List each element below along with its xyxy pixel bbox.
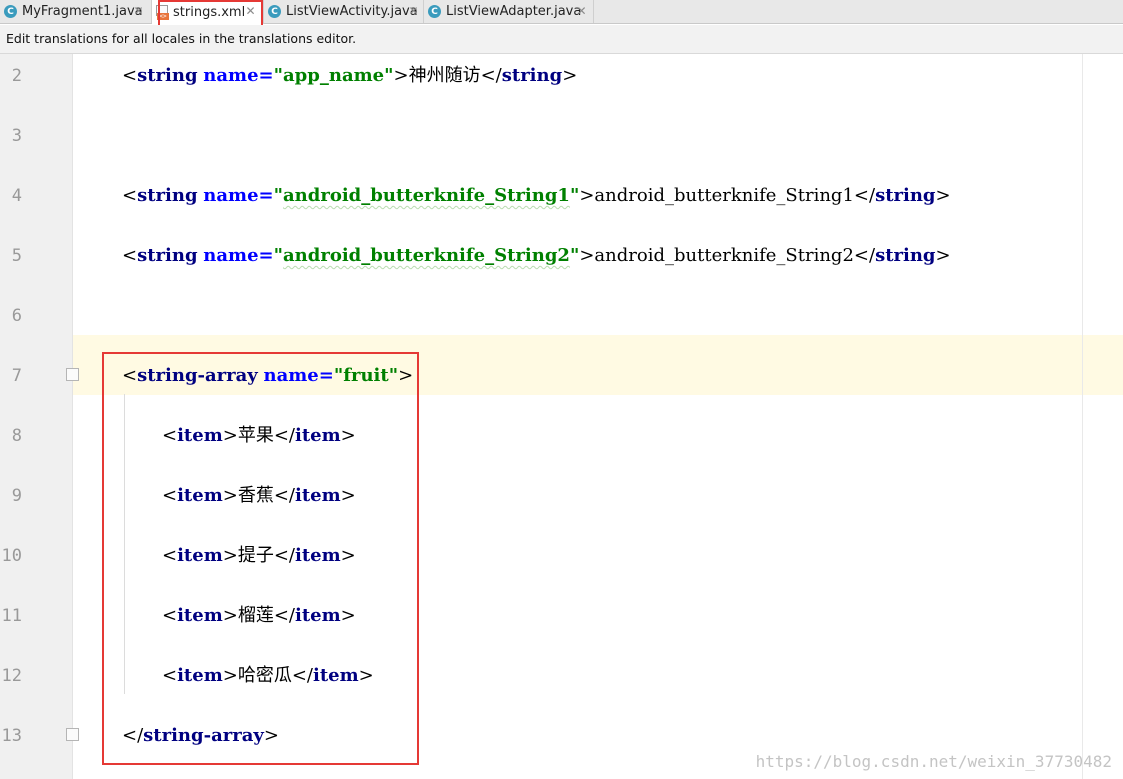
item-value: 榴莲	[237, 605, 274, 626]
code-text: <item>哈密瓜</item>	[162, 665, 374, 686]
code-text: <item>提子</item>	[162, 545, 356, 566]
close-icon[interactable]: ✕	[133, 5, 144, 17]
tag-name: string	[875, 245, 936, 266]
attr-name: name	[203, 185, 259, 206]
tag-name: item	[177, 605, 223, 626]
tag-name: string	[137, 65, 198, 86]
tag-name: string	[137, 185, 198, 206]
tag-name: string	[137, 245, 198, 266]
line-number: 5	[11, 246, 22, 266]
code-text: <item>香蕉</item>	[162, 485, 356, 506]
attr-value: android_butterknife_String2	[283, 245, 570, 266]
xml-file-icon: <>	[156, 4, 169, 20]
code-line: 9 <item>香蕉</item>	[0, 466, 1123, 526]
code-text: <string name="app_name">神州随访</string>	[122, 65, 578, 86]
code-text: <item>苹果</item>	[162, 425, 356, 446]
code-line: 8 <item>苹果</item>	[0, 406, 1123, 466]
tag-name: item	[177, 485, 223, 506]
code-text: <string name="android_butterknife_String…	[122, 185, 951, 206]
fold-icon[interactable]	[66, 368, 79, 381]
line-number: 6	[11, 306, 22, 326]
attr-value: fruit	[343, 365, 389, 386]
tag-name: item	[295, 425, 341, 446]
tab-listviewactivity[interactable]: C ListViewActivity.java ✕	[264, 0, 424, 23]
tag-name: string	[501, 65, 563, 86]
fold-end-icon[interactable]	[66, 728, 79, 741]
string-value: android_butterknife_String1	[594, 185, 854, 206]
tag-name: string	[875, 185, 936, 206]
tab-label: strings.xml	[173, 4, 246, 20]
code-line: 4 <string name="android_butterknife_Stri…	[0, 166, 1123, 226]
attr-value: android_butterknife_String1	[283, 185, 570, 206]
tab-strings-xml[interactable]: <> strings.xml ✕	[152, 0, 264, 24]
tag-name: item	[177, 665, 223, 686]
line-number: 4	[11, 186, 22, 206]
editor-tab-bar: C MyFragment1.java ✕ <> strings.xml ✕ C …	[0, 0, 1123, 24]
close-icon[interactable]: ✕	[408, 5, 419, 17]
close-icon[interactable]: ✕	[245, 5, 256, 17]
code-line: 10 <item>提子</item>	[0, 526, 1123, 586]
line-number: 11	[1, 606, 22, 626]
item-value: 香蕉	[237, 485, 274, 506]
code-text: </string-array>	[122, 725, 279, 746]
line-number: 8	[11, 426, 22, 446]
tag-name: string-array	[137, 365, 258, 386]
close-icon[interactable]: ✕	[576, 5, 587, 17]
tab-label: ListViewAdapter.java	[446, 4, 582, 19]
code-line: 7 <string-array name="fruit">	[0, 346, 1123, 406]
tab-label: MyFragment1.java	[22, 4, 143, 19]
java-class-icon: C	[428, 5, 441, 18]
item-value: 哈密瓜	[237, 665, 292, 686]
line-number: 2	[11, 66, 22, 86]
tag-name: string-array	[143, 725, 264, 746]
tag-name: item	[295, 605, 341, 626]
attr-name: name	[203, 65, 259, 86]
item-value: 提子	[237, 545, 274, 566]
tag-name: item	[313, 665, 359, 686]
code-line: 2 <string name="app_name">神州随访</string>	[0, 46, 1123, 106]
tag-name: item	[177, 545, 223, 566]
java-class-icon: C	[268, 5, 281, 18]
code-line: 6	[0, 286, 1123, 346]
line-number: 9	[11, 486, 22, 506]
line-number: 3	[11, 126, 22, 146]
attr-name: name	[263, 365, 319, 386]
tab-label: ListViewActivity.java	[286, 4, 418, 19]
watermark: https://blog.csdn.net/weixin_37730482	[755, 752, 1112, 771]
line-number: 12	[1, 666, 22, 686]
tab-myfragment1[interactable]: C MyFragment1.java ✕	[0, 0, 152, 23]
code-text: <item>榴莲</item>	[162, 605, 356, 626]
tag-name: item	[295, 485, 341, 506]
code-text: <string name="android_butterknife_String…	[122, 245, 951, 266]
attr-name: name	[203, 245, 259, 266]
code-editor[interactable]: 2 <string name="app_name">神州随访</string> …	[0, 54, 1123, 779]
tab-listviewadapter[interactable]: C ListViewAdapter.java ✕	[424, 0, 594, 23]
attr-value: app_name	[283, 65, 385, 86]
item-value: 苹果	[237, 425, 274, 446]
tag-name: item	[295, 545, 341, 566]
code-text: <string-array name="fruit">	[122, 365, 414, 386]
line-number: 7	[11, 366, 22, 386]
string-value: android_butterknife_String2	[594, 245, 854, 266]
code-line: 3	[0, 106, 1123, 166]
string-value: 神州随访	[408, 65, 481, 86]
java-class-icon: C	[4, 5, 17, 18]
line-number: 10	[1, 546, 22, 566]
tag-name: item	[177, 425, 223, 446]
code-line: 11 <item>榴莲</item>	[0, 586, 1123, 646]
code-line: 5 <string name="android_butterknife_Stri…	[0, 226, 1123, 286]
line-number: 13	[1, 726, 22, 746]
code-line: 12 <item>哈密瓜</item>	[0, 646, 1123, 706]
